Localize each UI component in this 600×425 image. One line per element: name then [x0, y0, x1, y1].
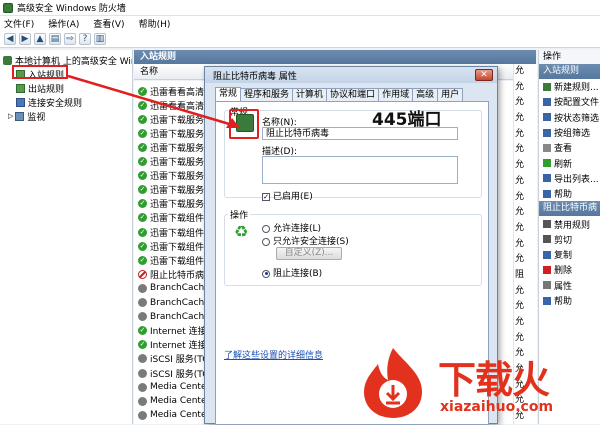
watermark: 下载火 xiazaihuo.com — [352, 346, 600, 424]
watermark-url: xiazaihuo.com — [440, 399, 554, 415]
watermark-logo-icon — [364, 348, 422, 418]
watermark-brand: 下载火 — [438, 358, 550, 402]
